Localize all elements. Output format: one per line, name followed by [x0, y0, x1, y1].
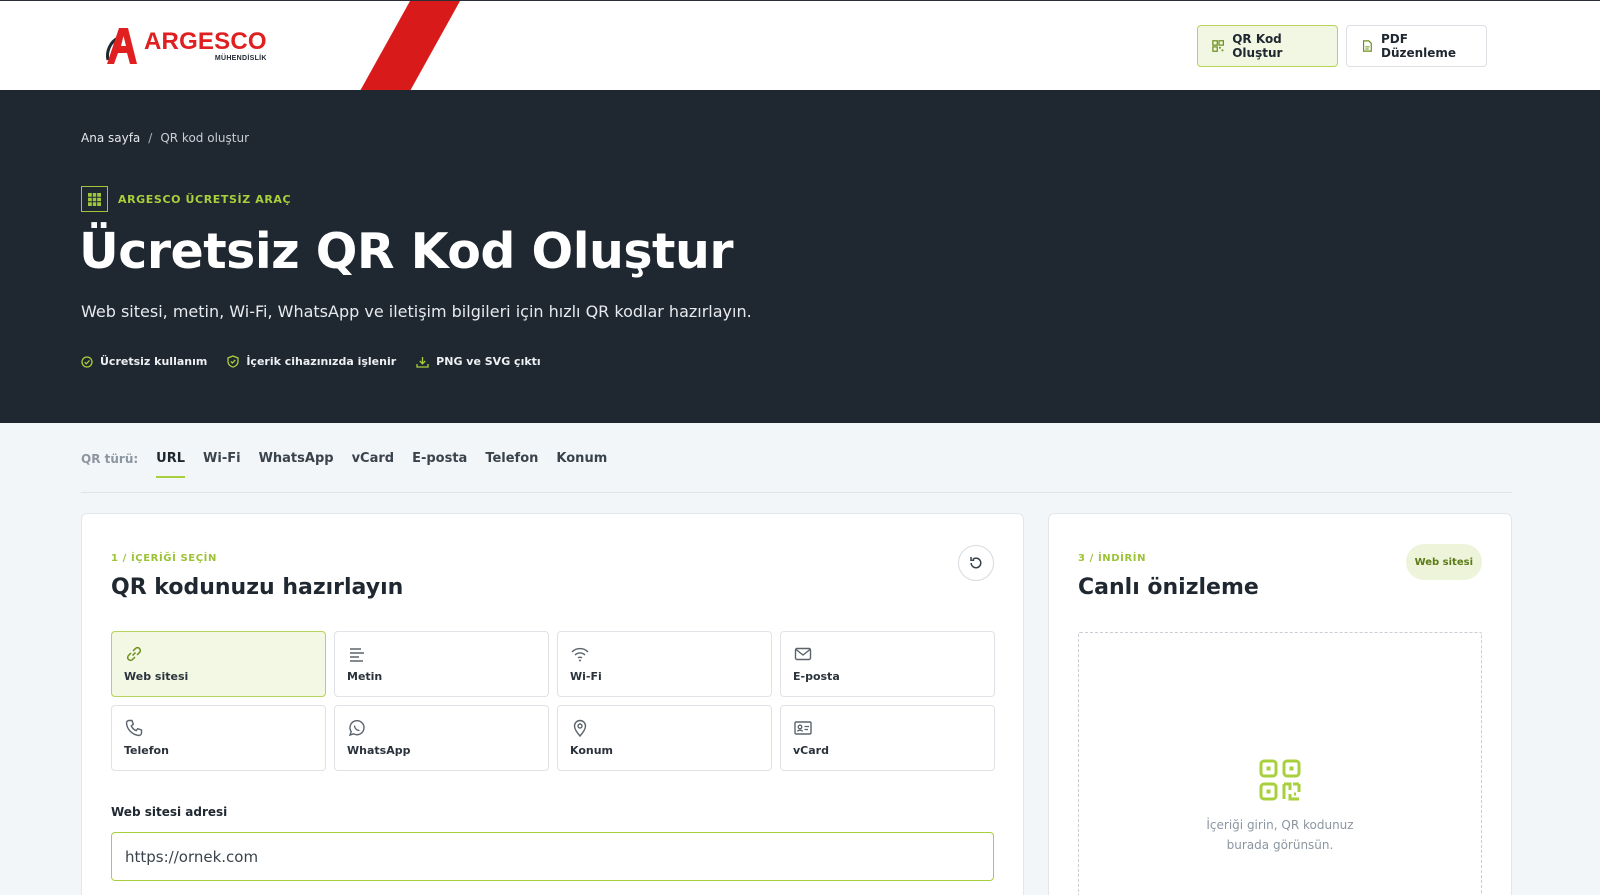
- download-icon: [416, 356, 429, 368]
- preview-empty-line-2: burada görünsün.: [1226, 838, 1334, 852]
- type-option-email[interactable]: E-posta: [780, 631, 995, 697]
- tab-phone[interactable]: Telefon: [485, 436, 538, 478]
- type-option-vcard[interactable]: vCard: [780, 705, 995, 771]
- reset-button[interactable]: [958, 545, 994, 581]
- feature-export-formats: PNG ve SVG çıktı: [416, 355, 541, 368]
- type-option-label: Web sitesi: [124, 670, 189, 683]
- type-option-wifi[interactable]: Wi-Fi: [557, 631, 772, 697]
- hero-eyebrow: ARGESCO ÜCRETSİZ ARAÇ: [81, 186, 291, 212]
- qr-preview-card: 3 / İNDİRİN Canlı önizleme Web sitesi İç…: [1048, 513, 1512, 895]
- tab-whatsapp[interactable]: WhatsApp: [259, 436, 334, 478]
- brand-logo[interactable]: ARGESCO MÜHENDİSLİK: [104, 25, 267, 67]
- breadcrumb-current: QR kod oluştur: [160, 131, 249, 145]
- type-option-label: Metin: [347, 670, 383, 683]
- link-icon: [126, 646, 142, 662]
- qr-generator-nav-label: QR Kod Oluştur: [1232, 32, 1283, 60]
- tab-location[interactable]: Konum: [556, 436, 607, 478]
- content-type-grid: Web sitesi Metin Wi-Fi E-posta Telefon W…: [111, 631, 995, 771]
- website-url-input[interactable]: [111, 832, 994, 881]
- tab-email[interactable]: E-posta: [412, 436, 467, 478]
- check-circle-icon: [81, 355, 93, 368]
- hero-eyebrow-text: ARGESCO ÜCRETSİZ ARAÇ: [118, 192, 292, 206]
- feature-export-label: PNG ve SVG çıktı: [436, 355, 541, 368]
- preview-title: Canlı önizleme: [1078, 575, 1259, 600]
- mail-icon: [794, 647, 812, 661]
- contact-card-icon: [794, 721, 812, 735]
- qr-type-tabs-label: QR türü:: [81, 452, 139, 466]
- decorative-red-slash: [360, 1, 460, 90]
- type-option-phone[interactable]: Telefon: [111, 705, 326, 771]
- qr-preview-area: İçeriği girin, QR kodunuz burada görünsü…: [1078, 632, 1482, 895]
- editor-title: QR kodunuzu hazırlayın: [111, 575, 404, 600]
- preview-empty-line-1: İçeriği girin, QR kodunuz: [1206, 818, 1354, 832]
- location-icon: [573, 719, 587, 738]
- feature-free: Ücretsiz kullanım: [81, 355, 207, 368]
- top-navbar: ARGESCO MÜHENDİSLİK QR Kod Oluştur PDF D…: [0, 0, 1600, 90]
- website-url-label: Web sitesi adresi: [111, 805, 228, 819]
- feature-local-processing: İçerik cihazınızda işlenir: [227, 355, 396, 368]
- qr-editor-card: 1 / İÇERİĞİ SEÇİN QR kodunuzu hazırlayın…: [81, 513, 1024, 895]
- qr-icon: [1212, 40, 1224, 52]
- type-option-label: Wi-Fi: [570, 670, 602, 683]
- breadcrumb-separator: /: [148, 131, 153, 145]
- qr-placeholder-icon: [1259, 759, 1301, 801]
- hero-section: Ana sayfa / QR kod oluştur ARGESCO ÜCRET…: [0, 90, 1600, 423]
- hero-features: Ücretsiz kullanım İçerik cihazınızda işl…: [81, 355, 541, 368]
- whatsapp-icon: [348, 719, 365, 737]
- grid-icon: [81, 186, 108, 212]
- page-title: Ücretsiz QR Kod Oluştur: [79, 223, 734, 280]
- pdf-editor-nav-button[interactable]: PDF Düzenleme: [1346, 25, 1487, 67]
- wifi-icon: [571, 647, 589, 662]
- content-type-badge: Web sitesi: [1405, 544, 1482, 580]
- tab-url[interactable]: URL: [156, 436, 185, 478]
- argesco-logo-mark-icon: [106, 28, 137, 64]
- type-option-whatsapp[interactable]: WhatsApp: [334, 705, 549, 771]
- qr-generator-nav-button[interactable]: QR Kod Oluştur: [1197, 25, 1338, 67]
- pdf-icon: [1362, 40, 1372, 52]
- type-option-label: vCard: [793, 744, 829, 757]
- breadcrumb-home-link[interactable]: Ana sayfa: [81, 131, 140, 145]
- tab-wifi[interactable]: Wi-Fi: [203, 436, 241, 478]
- reset-icon: [970, 557, 982, 569]
- feature-free-label: Ücretsiz kullanım: [100, 355, 208, 368]
- type-option-text[interactable]: Metin: [334, 631, 549, 697]
- type-option-location[interactable]: Konum: [557, 705, 772, 771]
- type-option-label: Konum: [570, 744, 614, 757]
- phone-icon: [125, 719, 143, 737]
- preview-step-label: 3 / İNDİRİN: [1078, 553, 1147, 564]
- breadcrumb: Ana sayfa / QR kod oluştur: [81, 131, 249, 145]
- page-subtitle: Web sitesi, metin, Wi-Fi, WhatsApp ve il…: [81, 302, 752, 321]
- type-option-website[interactable]: Web sitesi: [111, 631, 326, 697]
- text-icon: [350, 648, 364, 662]
- editor-step-label: 1 / İÇERİĞİ SEÇİN: [111, 553, 217, 564]
- brand-name: ARGESCO: [144, 28, 267, 55]
- pdf-editor-nav-label: PDF Düzenleme: [1381, 32, 1457, 60]
- brand-subtitle: MÜHENDİSLİK: [214, 55, 267, 62]
- preview-empty-message: İçeriği girin, QR kodunuz burada görünsü…: [1079, 815, 1481, 855]
- type-option-label: WhatsApp: [347, 744, 411, 757]
- tab-vcard[interactable]: vCard: [352, 436, 395, 478]
- type-option-label: E-posta: [793, 670, 840, 683]
- qr-type-tabs: QR türü: URL Wi-Fi WhatsApp vCard E-post…: [81, 436, 1512, 493]
- feature-local-label: İçerik cihazınızda işlenir: [246, 355, 397, 368]
- type-option-label: Telefon: [124, 744, 169, 757]
- shield-check-icon: [227, 355, 239, 368]
